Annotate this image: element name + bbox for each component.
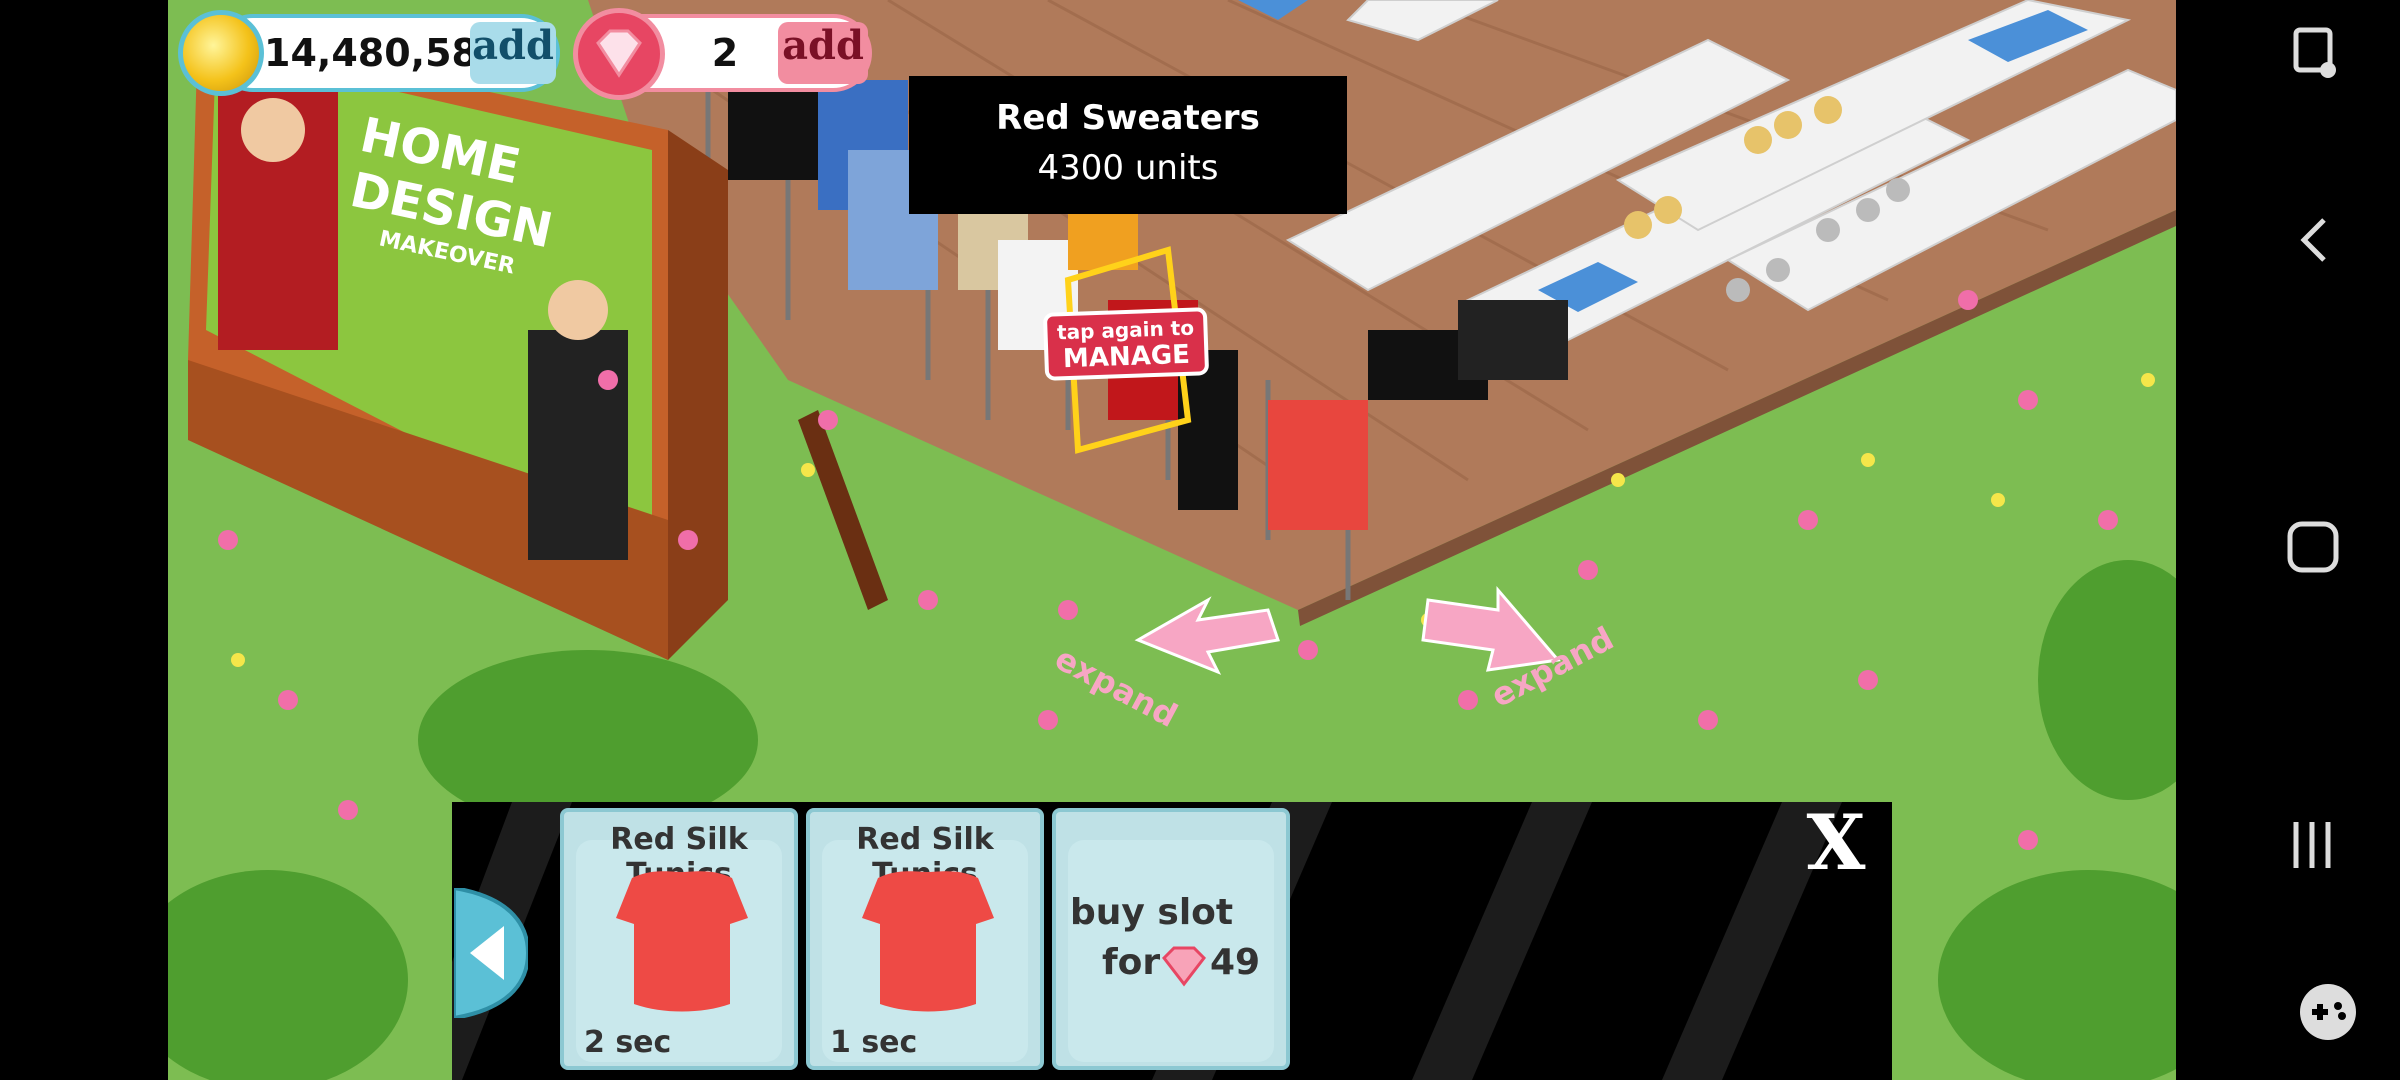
slot-2-time: 1 sec [830,1025,918,1060]
tooltip-subtitle: 4300 units [1037,148,1219,188]
coin-add-button[interactable]: add [470,22,556,84]
coin-icon [178,10,264,96]
item-tooltip: Red Sweaters 4300 units [909,76,1347,214]
production-slot-2[interactable]: Red Silk Tunics 1 sec [806,808,1044,1070]
production-slot-1[interactable]: Red Silk Tunics 2 sec [560,808,798,1070]
gem-count: 2 [711,31,739,75]
android-recents-icon[interactable] [2280,800,2376,896]
gem-icon [1162,946,1206,987]
gamepad-icon[interactable] [2296,980,2392,1076]
android-back-icon[interactable] [2280,190,2376,286]
android-home-icon[interactable] [2280,500,2376,596]
tooltip-title: Red Sweaters [996,98,1260,138]
slot-1-time: 2 sec [584,1025,672,1060]
back-arrow-icon[interactable] [452,885,531,1021]
manage-label-line2: MANAGE [1062,339,1191,375]
close-icon[interactable]: X [1798,805,1874,881]
buy-slot-button[interactable]: buy slot for 49 [1052,808,1290,1070]
gem-icon [573,8,665,100]
gem-add-button[interactable]: add [778,22,868,84]
tunic-icon [616,871,748,1012]
buy-slot-line1: buy slot [1070,892,1234,933]
manage-label[interactable]: tap again to MANAGE [1042,307,1210,381]
coin-count: 14,480,588 [264,31,505,75]
screen-icon[interactable] [2290,10,2386,106]
buy-slot-cost: 49 [1210,942,1261,983]
tunic-icon [862,871,994,1012]
buy-slot-line2: for [1102,942,1161,983]
